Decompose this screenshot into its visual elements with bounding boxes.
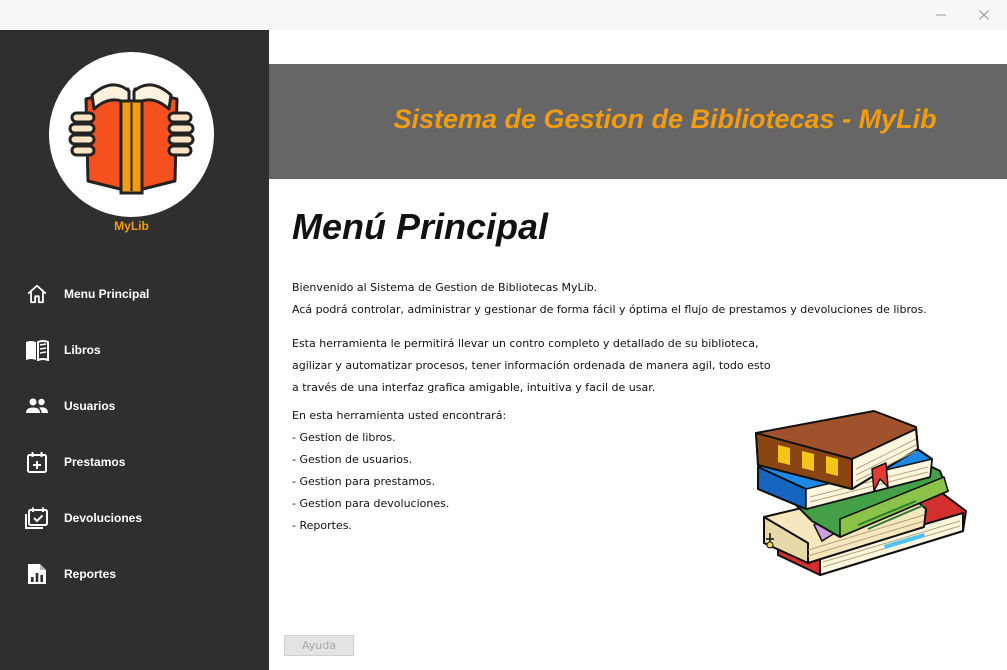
calendar-check-icon xyxy=(25,506,49,530)
calendar-add-icon xyxy=(25,450,49,474)
description-line: agilizar y automatizar procesos, tener i… xyxy=(292,359,771,372)
sidebar-item-usuarios[interactable]: Usuarios xyxy=(0,384,269,428)
sidebar-item-devoluciones[interactable]: Devoluciones xyxy=(0,496,269,540)
sidebar-item-prestamos[interactable]: Prestamos xyxy=(0,440,269,484)
description-line: Esta herramienta le permitirá llevar un … xyxy=(292,337,759,350)
close-icon xyxy=(979,10,989,20)
sidebar-item-label: Libros xyxy=(64,343,101,357)
list-item: - Gestion de usuarios. xyxy=(292,453,413,466)
sidebar-item-label: Usuarios xyxy=(64,399,116,413)
sidebar-item-menu-principal[interactable]: Menu Principal xyxy=(0,272,269,316)
sidebar-item-label: Menu Principal xyxy=(64,287,150,301)
help-button[interactable]: Ayuda xyxy=(284,635,354,656)
sidebar-item-label: Devoluciones xyxy=(64,511,143,525)
book-icon xyxy=(25,338,49,362)
list-item: - Gestion para devoluciones. xyxy=(292,497,450,510)
list-item: - Reportes. xyxy=(292,519,352,532)
header-title: Sistema de Gestion de Bibliotecas - MyLi… xyxy=(393,104,937,134)
sidebar-item-libros[interactable]: Libros xyxy=(0,328,269,372)
sidebar-item-label: Prestamos xyxy=(64,455,126,469)
description-text: Esta herramienta le permitirá llevar un … xyxy=(292,333,771,399)
sidebar-item-label: Reportes xyxy=(64,567,117,581)
header-banner: Sistema de Gestion de Bibliotecas - MyLi… xyxy=(269,64,1007,179)
intro-line: Bienvenido al Sistema de Gestion de Bibl… xyxy=(292,281,598,294)
report-icon xyxy=(25,562,49,586)
page-title: Menú Principal xyxy=(292,206,549,247)
minimize-button[interactable] xyxy=(921,0,961,30)
window-titlebar xyxy=(0,0,1007,30)
list-item: - Gestion de libros. xyxy=(292,431,396,444)
sidebar: MyLib Menu Principal Libros Usuarios Pre… xyxy=(0,30,269,670)
minimize-icon xyxy=(936,14,946,16)
features-heading: En esta herramienta usted encontrará: xyxy=(292,409,507,422)
close-button[interactable] xyxy=(964,0,1004,30)
app-logo xyxy=(49,52,214,217)
stack-of-books-icon xyxy=(755,410,967,576)
description-line: a través de una interfaz grafica amigabl… xyxy=(292,381,656,394)
intro-line: Acá podrá controlar, administrar y gesti… xyxy=(292,303,927,316)
intro-text: Bienvenido al Sistema de Gestion de Bibl… xyxy=(292,277,927,321)
users-icon xyxy=(25,394,49,418)
home-icon xyxy=(25,282,49,306)
features-list: En esta herramienta usted encontrará: - … xyxy=(292,405,506,537)
list-item: - Gestion para prestamos. xyxy=(292,475,436,488)
open-book-icon xyxy=(68,83,195,195)
sidebar-item-reportes[interactable]: Reportes xyxy=(0,552,269,596)
app-name: MyLib xyxy=(114,219,149,233)
